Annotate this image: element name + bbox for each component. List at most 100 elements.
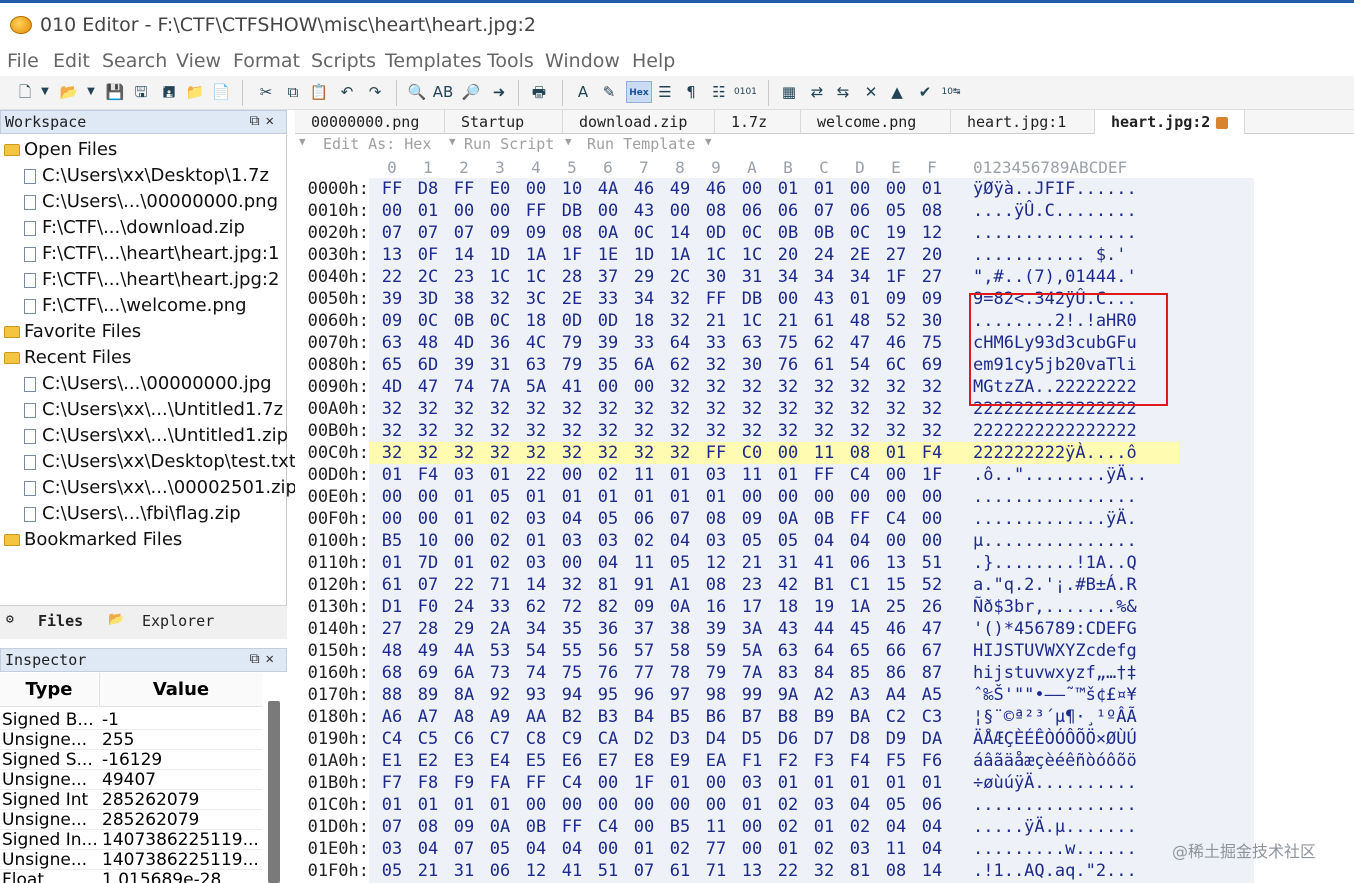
hex-byte[interactable]: D6 — [770, 728, 806, 750]
hex-byte[interactable]: 63 — [518, 354, 554, 376]
base-converter-icon[interactable]: 10↹ — [940, 81, 962, 103]
inspector-row[interactable]: Float 1.015689e-28 — [0, 870, 262, 883]
hex-byte[interactable]: 02 — [770, 816, 806, 838]
hex-byte[interactable]: 00 — [446, 530, 482, 552]
hex-byte[interactable]: C4 — [842, 464, 878, 486]
hex-byte[interactable]: 32 — [662, 376, 698, 398]
open-file-item[interactable]: F:\CTF\...\download.zip — [24, 215, 245, 241]
hex-byte[interactable]: B2 — [554, 706, 590, 728]
hex-byte[interactable]: 05 — [878, 794, 914, 816]
hex-byte[interactable]: 35 — [554, 618, 590, 640]
hex-byte[interactable]: C1 — [842, 574, 878, 596]
save-as-icon[interactable]: 🖫 — [130, 81, 152, 103]
hex-byte[interactable]: 96 — [626, 684, 662, 706]
hex-byte[interactable]: 01 — [914, 178, 950, 200]
hex-byte[interactable]: 62 — [518, 596, 554, 618]
hex-byte[interactable]: 0D — [554, 310, 590, 332]
hex-byte[interactable]: 01 — [698, 486, 734, 508]
hex-byte[interactable]: 1C — [734, 310, 770, 332]
ascii-text[interactable]: 2222222222222222 — [973, 420, 1137, 442]
hex-byte[interactable]: FF — [518, 200, 554, 222]
hex-byte[interactable]: 71 — [482, 574, 518, 596]
hex-byte[interactable]: 25 — [878, 596, 914, 618]
hex-byte[interactable]: 48 — [842, 310, 878, 332]
ascii-text[interactable]: '()*456789:CDEFG — [973, 618, 1137, 640]
recent-file-item[interactable]: C:\Users\xx\Desktop\test.txt — [24, 449, 296, 475]
inspector-col-value[interactable]: Value — [99, 673, 262, 707]
hex-byte[interactable]: 2C — [662, 266, 698, 288]
hex-byte[interactable]: 32 — [662, 288, 698, 310]
hex-byte[interactable]: 61 — [662, 860, 698, 882]
hex-byte[interactable]: 32 — [410, 420, 446, 442]
hex-byte[interactable]: 13 — [878, 552, 914, 574]
hex-byte[interactable]: 20 — [914, 244, 950, 266]
hex-byte[interactable]: 01 — [482, 464, 518, 486]
hex-byte[interactable]: 43 — [626, 200, 662, 222]
hex-byte[interactable]: B4 — [626, 706, 662, 728]
hex-byte[interactable]: 42 — [770, 574, 806, 596]
hex-byte[interactable]: 01 — [590, 486, 626, 508]
hex-byte[interactable]: B5 — [374, 530, 410, 552]
hex-byte[interactable]: E4 — [482, 750, 518, 772]
hex-byte[interactable]: 63 — [734, 332, 770, 354]
hex-byte[interactable]: 00 — [590, 200, 626, 222]
hex-byte[interactable]: F5 — [878, 750, 914, 772]
hex-byte[interactable]: 21 — [734, 552, 770, 574]
hex-byte[interactable]: A6 — [374, 706, 410, 728]
hex-byte[interactable]: 00 — [770, 486, 806, 508]
hex-byte[interactable]: E1 — [374, 750, 410, 772]
hex-row[interactable]: 0060h: 09 0C 0B 0C 18 0D 0D 18 32 21 1C 21 61 48 52 30..… — [295, 310, 1354, 332]
hex-byte[interactable]: 39 — [590, 332, 626, 354]
hex-byte[interactable]: 01 — [806, 816, 842, 838]
hex-byte[interactable]: 69 — [410, 662, 446, 684]
hex-byte[interactable]: 45 — [842, 618, 878, 640]
hex-byte[interactable]: F4 — [914, 442, 950, 464]
hex-byte[interactable]: 27 — [878, 244, 914, 266]
hex-byte[interactable]: 28 — [410, 618, 446, 640]
hex-byte[interactable]: 77 — [698, 838, 734, 860]
open-files-section[interactable]: Open Files — [4, 137, 117, 163]
hex-byte[interactable]: 32 — [662, 398, 698, 420]
hex-byte[interactable]: B5 — [662, 706, 698, 728]
hex-byte[interactable]: 61 — [806, 354, 842, 376]
hex-byte[interactable]: B1 — [806, 574, 842, 596]
hex-byte[interactable]: 00 — [914, 530, 950, 552]
hex-byte[interactable]: 51 — [914, 552, 950, 574]
ascii-text[interactable]: ÿØÿà..JFIF...... — [973, 178, 1137, 200]
hex-byte[interactable]: 1F — [914, 464, 950, 486]
hex-row[interactable]: 00D0h: 01 F4 03 01 22 00 02 11 01 03 11 01 FF C4 00 1F .ô… — [295, 464, 1354, 486]
hex-byte[interactable]: 1A — [842, 596, 878, 618]
hex-byte[interactable]: 28 — [554, 266, 590, 288]
hex-byte[interactable]: 5A — [518, 376, 554, 398]
hex-byte[interactable]: 02 — [770, 794, 806, 816]
hex-byte[interactable]: 26 — [914, 596, 950, 618]
hex-byte[interactable]: 41 — [806, 552, 842, 574]
hex-byte[interactable]: 03 — [590, 530, 626, 552]
hex-byte[interactable]: E7 — [590, 750, 626, 772]
hex-byte[interactable]: 75 — [554, 662, 590, 684]
hex-byte[interactable]: 33 — [698, 332, 734, 354]
hex-byte[interactable]: 53 — [482, 640, 518, 662]
inspector-row[interactable]: Unsigne... 1407386225119... — [0, 850, 262, 870]
hex-byte[interactable]: 32 — [806, 398, 842, 420]
hex-byte[interactable]: 2E — [842, 244, 878, 266]
hex-byte[interactable]: 2E — [554, 288, 590, 310]
hex-byte[interactable]: 43 — [770, 618, 806, 640]
hex-byte[interactable]: 02 — [842, 816, 878, 838]
hex-byte[interactable]: 2A — [482, 618, 518, 640]
hex-byte[interactable]: 4D — [374, 376, 410, 398]
hex-row[interactable]: 00A0h: 32 32 32 32 32 32 32 32 32 32 32 32 32 32 32 32 22… — [295, 398, 1354, 420]
ascii-text[interactable]: ........... $.' — [973, 244, 1137, 266]
hex-byte[interactable]: 98 — [698, 684, 734, 706]
hex-byte[interactable]: 22 — [374, 266, 410, 288]
hex-byte[interactable]: C4 — [374, 728, 410, 750]
hex-row[interactable]: 00F0h: 00 00 01 02 03 04 05 06 07 08 09 0A 0B FF C4 00..… — [295, 508, 1354, 530]
edit-as-dropdown[interactable]: Edit As: Hex — [323, 135, 431, 153]
hex-byte[interactable]: 05 — [878, 200, 914, 222]
replace-icon[interactable]: AB — [432, 81, 454, 103]
hex-byte[interactable]: D1 — [374, 596, 410, 618]
hex-byte[interactable]: 30 — [734, 354, 770, 376]
recent-files-section[interactable]: Recent Files — [4, 345, 131, 371]
hex-byte[interactable]: 32 — [914, 398, 950, 420]
hex-byte[interactable]: 00 — [842, 486, 878, 508]
